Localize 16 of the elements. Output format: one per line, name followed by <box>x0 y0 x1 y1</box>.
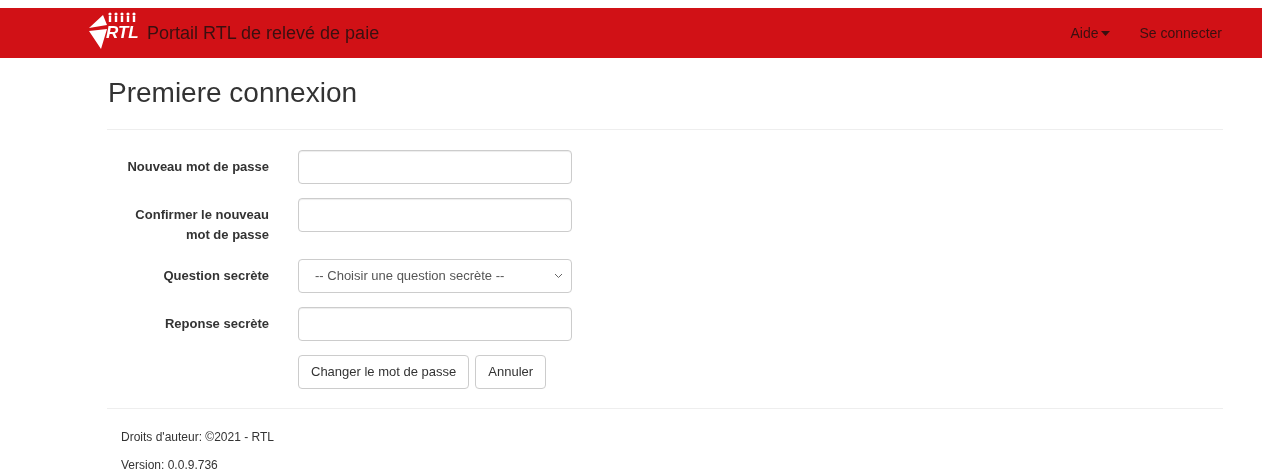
copyright-text: Droits d'auteur: ©2021 - RTL <box>121 429 275 445</box>
field-label: Reponse secrète <box>163 314 269 333</box>
input-field[interactable] <box>298 306 572 341</box>
logo-text: RTL <box>106 24 139 41</box>
field-label: Confirmer le nouveau mot de passe <box>134 205 269 244</box>
page-title: Premiere connexion <box>107 76 359 110</box>
caret-icon <box>1100 30 1110 36</box>
change-password-button[interactable]: Changer le mot de passe <box>298 354 470 389</box>
chevron-icon <box>554 272 563 279</box>
field-label: Question secrète <box>162 266 269 285</box>
cancel-button[interactable]: Annuler <box>475 354 547 389</box>
input-field[interactable] <box>298 197 572 232</box>
question-select[interactable]: -- Choisir une question secrète -- <box>298 258 572 293</box>
input-field[interactable] <box>298 149 572 184</box>
version-text: Version: 0.0.9.736 <box>121 457 219 472</box>
field-label: Nouveau mot de passe <box>126 157 269 176</box>
